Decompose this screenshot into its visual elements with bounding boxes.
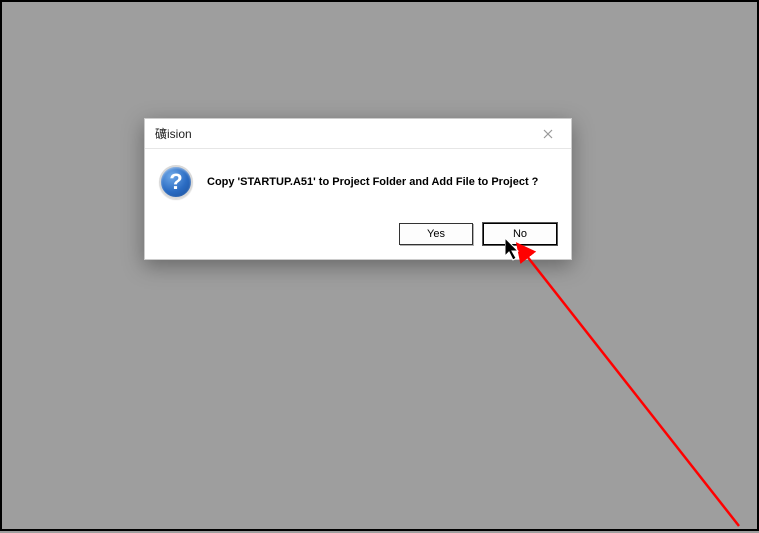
no-button[interactable]: No	[483, 223, 557, 245]
dialog-title: 礦ision	[155, 125, 192, 142]
close-icon	[543, 129, 553, 139]
dialog-titlebar[interactable]: 礦ision	[145, 119, 571, 149]
dialog-body: ? Copy 'STARTUP.A51' to Project Folder a…	[145, 149, 571, 217]
yes-button[interactable]: Yes	[399, 223, 473, 245]
confirmation-dialog: 礦ision ? Copy 'STARTUP.A51' to Project F…	[144, 118, 572, 260]
question-icon: ?	[159, 165, 193, 199]
dialog-message: Copy 'STARTUP.A51' to Project Folder and…	[207, 176, 538, 188]
dialog-button-row: Yes No	[145, 217, 571, 259]
annotation-arrow	[2, 2, 759, 533]
close-button[interactable]	[533, 123, 563, 145]
